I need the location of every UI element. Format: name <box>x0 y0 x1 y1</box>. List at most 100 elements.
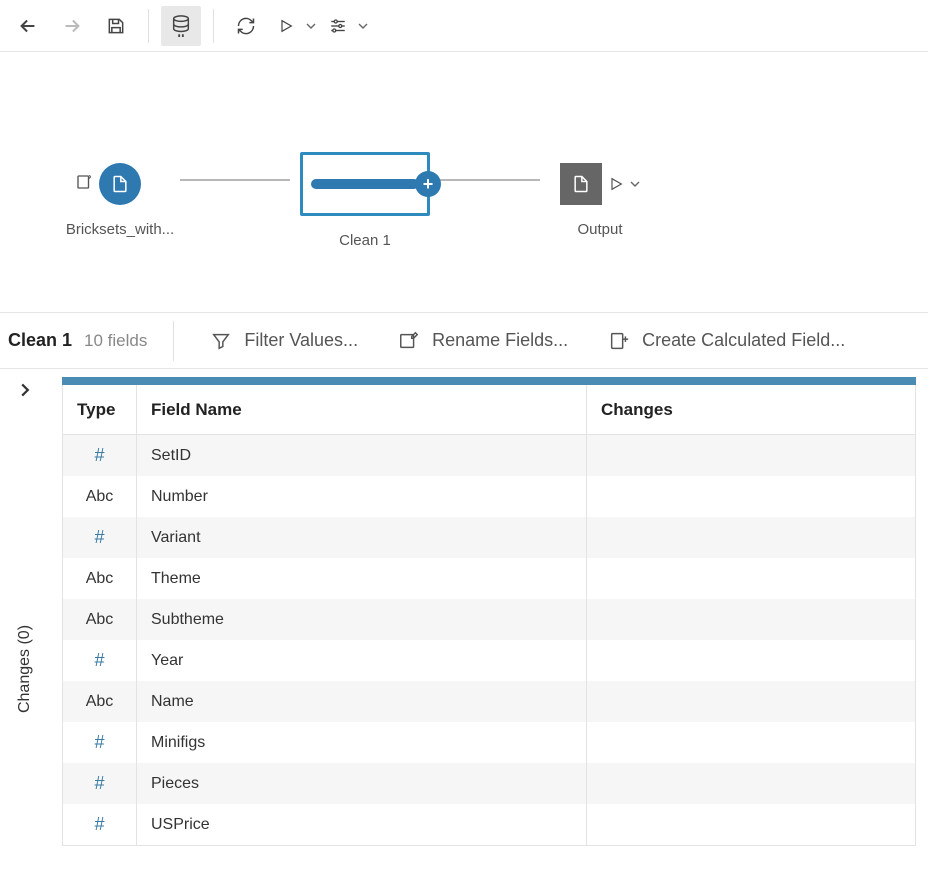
type-cell[interactable]: # <box>63 763 137 804</box>
step-title: Clean 1 10 fields <box>4 330 147 351</box>
step-header: Clean 1 10 fields Filter Values... Renam… <box>0 312 928 368</box>
type-cell[interactable]: # <box>63 435 137 476</box>
grid-accent-bar <box>62 377 916 385</box>
flow-row: Bricksets_with... + Clean 1 <box>60 152 660 249</box>
changes-cell <box>587 558 915 599</box>
field-grid-wrap: Type Field Name Changes #SetIDAbcNumber#… <box>50 369 928 887</box>
flow-settings-button[interactable] <box>322 6 354 46</box>
flow-node-input[interactable]: Bricksets_with... <box>60 163 180 238</box>
table-row[interactable]: Abc Theme <box>63 558 915 599</box>
changes-cell <box>587 763 915 804</box>
expand-changes-icon[interactable] <box>18 383 32 397</box>
datasource-badge-icon <box>75 173 93 191</box>
type-cell[interactable]: # <box>63 517 137 558</box>
clean-node-bar <box>311 179 419 189</box>
table-row[interactable]: # USPrice <box>63 804 915 845</box>
flow-settings-group <box>322 6 370 46</box>
field-name-cell[interactable]: Number <box>137 476 587 517</box>
col-header-name[interactable]: Field Name <box>137 385 587 435</box>
type-cell[interactable]: # <box>63 722 137 763</box>
changes-cell <box>587 517 915 558</box>
changes-cell <box>587 681 915 722</box>
filter-values-label: Filter Values... <box>244 330 358 351</box>
table-row[interactable]: Abc Name <box>63 681 915 722</box>
type-cell[interactable]: Abc <box>63 681 137 722</box>
type-cell[interactable]: Abc <box>63 558 137 599</box>
rename-icon <box>398 330 420 352</box>
string-type-icon: Abc <box>86 693 114 711</box>
calc-field-icon <box>608 330 630 352</box>
table-row[interactable]: # Variant <box>63 517 915 558</box>
refresh-button[interactable] <box>226 6 266 46</box>
type-cell[interactable]: # <box>63 804 137 845</box>
field-name-cell[interactable]: Year <box>137 640 587 681</box>
field-name-cell[interactable]: USPrice <box>137 804 587 845</box>
step-name: Clean 1 <box>8 330 72 351</box>
flow-canvas[interactable]: Bricksets_with... + Clean 1 <box>0 52 928 312</box>
field-name-cell[interactable]: Theme <box>137 558 587 599</box>
type-cell[interactable]: Abc <box>63 476 137 517</box>
flow-settings-dropdown[interactable] <box>356 6 370 46</box>
number-type-icon: # <box>94 445 104 466</box>
changes-cell <box>587 476 915 517</box>
number-type-icon: # <box>94 732 104 753</box>
run-output-button[interactable] <box>608 176 624 192</box>
col-header-type[interactable]: Type <box>63 385 137 435</box>
number-type-icon: # <box>94 814 104 835</box>
table-row[interactable]: AbcNumber <box>63 476 915 517</box>
changes-cell <box>587 722 915 763</box>
table-row[interactable]: # Pieces <box>63 763 915 804</box>
field-name-cell[interactable]: Subtheme <box>137 599 587 640</box>
changes-cell <box>587 640 915 681</box>
create-calc-field-label: Create Calculated Field... <box>642 330 845 351</box>
connections-button[interactable] <box>161 6 201 46</box>
table-row[interactable]: # Year <box>63 640 915 681</box>
changes-rail-label: Changes (0) <box>16 625 34 713</box>
table-row[interactable]: # SetID <box>63 435 915 476</box>
filter-values-button[interactable]: Filter Values... <box>200 324 368 358</box>
run-output-dropdown[interactable] <box>630 179 640 189</box>
flow-node-clean[interactable]: + Clean 1 <box>290 152 440 249</box>
output-node-icon <box>560 163 602 205</box>
step-divider <box>173 321 174 361</box>
grid-header: Type Field Name Changes <box>63 385 915 435</box>
rename-fields-button[interactable]: Rename Fields... <box>388 324 578 358</box>
string-type-icon: Abc <box>86 570 114 588</box>
changes-rail[interactable]: Changes (0) <box>0 369 50 887</box>
changes-cell <box>587 435 915 476</box>
run-flow-group <box>270 6 318 46</box>
filter-icon <box>210 330 232 352</box>
toolbar-divider <box>148 9 149 43</box>
changes-cell <box>587 804 915 845</box>
save-button[interactable] <box>96 6 136 46</box>
number-type-icon: # <box>94 650 104 671</box>
input-node-icon <box>99 163 141 205</box>
run-flow-button[interactable] <box>270 6 302 46</box>
grid-body: #SetIDAbcNumber#VariantAbcThemeAbcSubthe… <box>63 435 915 845</box>
clean-node-box: + <box>300 152 430 216</box>
list-pane: Changes (0) Type Field Name Changes # Set… <box>0 368 928 887</box>
number-type-icon: # <box>94 773 104 794</box>
flow-edge <box>180 179 290 181</box>
field-name-cell[interactable]: SetID <box>137 435 587 476</box>
toolbar-divider <box>213 9 214 43</box>
field-name-cell[interactable]: Variant <box>137 517 587 558</box>
rename-fields-label: Rename Fields... <box>432 330 568 351</box>
create-calc-field-button[interactable]: Create Calculated Field... <box>598 324 855 358</box>
table-row[interactable]: # Minifigs <box>63 722 915 763</box>
changes-cell <box>587 599 915 640</box>
add-step-button[interactable]: + <box>415 171 441 197</box>
type-cell[interactable]: # <box>63 640 137 681</box>
flow-node-output[interactable]: Output <box>540 163 660 238</box>
field-name-cell[interactable]: Minifigs <box>137 722 587 763</box>
field-name-cell[interactable]: Pieces <box>137 763 587 804</box>
table-row[interactable]: AbcSubtheme <box>63 599 915 640</box>
col-header-changes[interactable]: Changes <box>587 385 915 435</box>
type-cell[interactable]: Abc <box>63 599 137 640</box>
field-name-cell[interactable]: Name <box>137 681 587 722</box>
number-type-icon: # <box>94 527 104 548</box>
back-button[interactable] <box>8 6 48 46</box>
clean-node-label: Clean 1 <box>339 232 391 249</box>
run-flow-dropdown[interactable] <box>304 6 318 46</box>
forward-button[interactable] <box>52 6 92 46</box>
